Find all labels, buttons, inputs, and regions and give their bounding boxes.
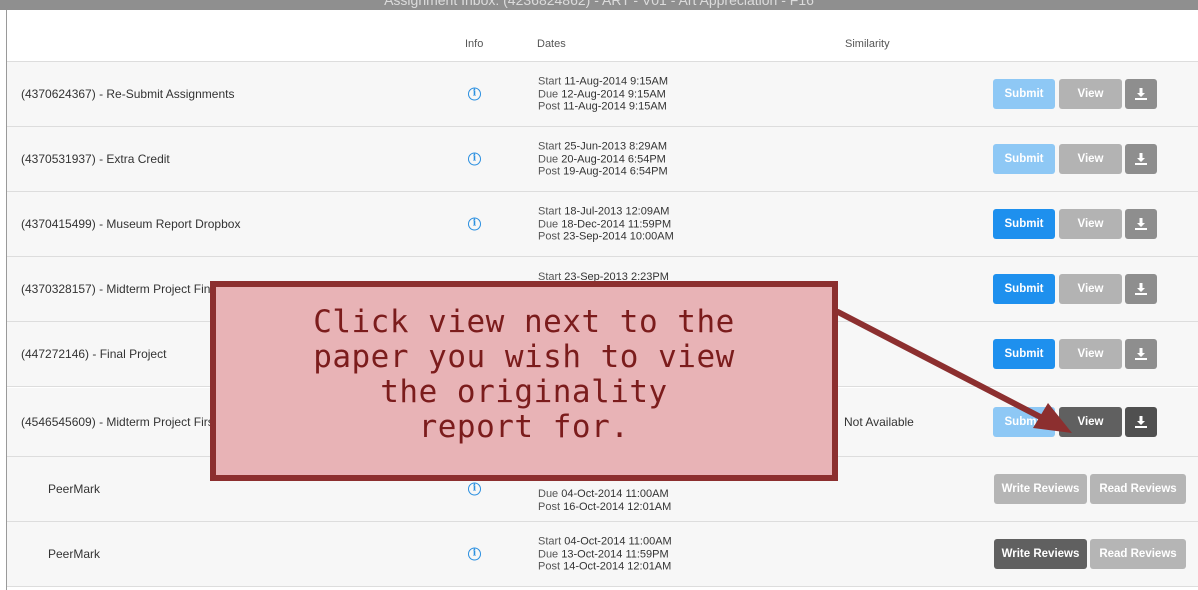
download-button[interactable]: [1125, 209, 1157, 239]
info-circle-icon[interactable]: i: [468, 482, 481, 496]
start-label: Start: [538, 140, 562, 153]
info-circle-icon[interactable]: i: [468, 152, 481, 166]
header-similarity: Similarity: [845, 38, 890, 50]
post-label: Post: [538, 165, 561, 178]
view-button[interactable]: View: [1059, 209, 1122, 239]
table-row: (4370624367) - Re-Submit Assignments i S…: [7, 62, 1198, 127]
due-label: Due: [538, 152, 559, 165]
header-info: Info: [465, 38, 484, 50]
start-label: Start: [538, 75, 562, 88]
post-label: Post: [538, 100, 561, 113]
start-date: 25-Jun-2013 8:29AM: [564, 140, 668, 153]
submit-button[interactable]: Submit: [993, 144, 1055, 174]
due-date: 20-Aug-2014 6:54PM: [561, 152, 666, 165]
due-label: Due: [538, 547, 559, 560]
post-date: 23-Sep-2014 10:00AM: [563, 230, 674, 243]
submit-button[interactable]: Submit: [993, 407, 1055, 437]
assignment-dates: Due 04-Oct-2014 11:00AM Post 16-Oct-2014…: [538, 488, 671, 513]
download-icon: [1135, 87, 1147, 100]
post-date: 19-Aug-2014 6:54PM: [563, 165, 668, 178]
callout-line: the originality: [380, 374, 668, 410]
page-header-bar: Assignment Inbox: (4236824862) - ART - V…: [0, 0, 1198, 10]
post-date: 16-Oct-2014 12:01AM: [563, 500, 672, 513]
table-row: PeerMark i Start 04-Oct-2014 11:00AM Due…: [7, 522, 1198, 587]
table-header: Info Dates Similarity: [7, 10, 1198, 62]
similarity-status: Not Available: [844, 415, 914, 429]
due-date: 04-Oct-2014 11:00AM: [561, 488, 669, 500]
submit-button[interactable]: Submit: [993, 209, 1055, 239]
callout-line: Click view next to the: [313, 304, 735, 340]
due-date: 13-Oct-2014 11:59PM: [561, 547, 669, 560]
start-date: 04-Oct-2014 11:00AM: [564, 535, 672, 548]
download-icon: [1135, 152, 1147, 165]
start-label: Start: [538, 535, 562, 548]
start-label: Start: [538, 205, 562, 218]
info-circle-icon[interactable]: i: [468, 217, 481, 231]
post-date: 11-Aug-2014 9:15AM: [563, 100, 667, 113]
read-reviews-button[interactable]: Read Reviews: [1090, 539, 1186, 569]
post-label: Post: [538, 560, 561, 573]
view-button[interactable]: View: [1059, 144, 1122, 174]
view-button[interactable]: View: [1059, 407, 1122, 437]
download-button[interactable]: [1125, 144, 1157, 174]
instruction-callout: Click view next to the paper you wish to…: [210, 281, 838, 481]
read-reviews-button[interactable]: Read Reviews: [1090, 474, 1186, 504]
assignment-title: (4370531937) - Extra Credit: [21, 152, 170, 166]
assignment-title: (4370624367) - Re-Submit Assignments: [21, 87, 235, 101]
view-button[interactable]: View: [1059, 274, 1122, 304]
due-date: 12-Aug-2014 9:15AM: [561, 87, 666, 100]
post-label: Post: [538, 500, 561, 513]
callout-line: report for.: [418, 409, 630, 445]
start-date: 11-Aug-2014 9:15AM: [564, 75, 669, 88]
write-reviews-button[interactable]: Write Reviews: [994, 474, 1087, 504]
submit-button[interactable]: Submit: [993, 274, 1055, 304]
assignment-dates: Start 11-Aug-2014 9:15AM Due 12-Aug-2014…: [538, 75, 668, 113]
info-circle-icon[interactable]: i: [468, 547, 481, 561]
download-button[interactable]: [1125, 79, 1157, 109]
submit-button[interactable]: Submit: [993, 339, 1055, 369]
assignment-dates: Start 18-Jul-2013 12:09AM Due 18-Dec-201…: [538, 205, 674, 243]
download-icon: [1135, 347, 1147, 360]
callout-line: paper you wish to view: [313, 339, 735, 375]
submit-button[interactable]: Submit: [993, 79, 1055, 109]
peermark-title: PeerMark: [48, 547, 101, 561]
table-row: (4370415499) - Museum Report Dropbox i S…: [7, 192, 1198, 257]
assignment-title: (4370328157) - Midterm Project Fin: [21, 282, 211, 296]
assignment-title: (4370415499) - Museum Report Dropbox: [21, 217, 241, 231]
download-button[interactable]: [1125, 407, 1157, 437]
download-icon: [1135, 415, 1147, 428]
assignment-title: (4546545609) - Midterm Project Firs: [21, 415, 214, 429]
download-button[interactable]: [1125, 274, 1157, 304]
assignment-title: (447272146) - Final Project: [21, 347, 167, 361]
post-date: 14-Oct-2014 12:01AM: [563, 560, 672, 573]
due-label: Due: [538, 488, 559, 500]
download-icon: [1135, 282, 1147, 295]
download-icon: [1135, 217, 1147, 230]
assignment-dates: Start 25-Jun-2013 8:29AM Due 20-Aug-2014…: [538, 140, 668, 178]
start-date: 18-Jul-2013 12:09AM: [564, 205, 670, 218]
post-label: Post: [538, 230, 561, 243]
info-circle-icon[interactable]: i: [468, 87, 481, 101]
due-label: Due: [538, 87, 559, 100]
assignment-dates: Start 04-Oct-2014 11:00AM Due 13-Oct-201…: [538, 535, 672, 573]
table-row: (4370531937) - Extra Credit i Start 25-J…: [7, 127, 1198, 192]
page-title: Assignment Inbox: (4236824862) - ART - V…: [384, 0, 814, 8]
due-label: Due: [538, 217, 559, 230]
view-button[interactable]: View: [1059, 339, 1122, 369]
due-date: 18-Dec-2014 11:59PM: [561, 217, 672, 230]
peermark-title: PeerMark: [48, 482, 101, 496]
callout-text: Click view next to the paper you wish to…: [216, 305, 832, 445]
write-reviews-button[interactable]: Write Reviews: [994, 539, 1087, 569]
header-dates: Dates: [537, 38, 566, 50]
download-button[interactable]: [1125, 339, 1157, 369]
view-button[interactable]: View: [1059, 79, 1122, 109]
